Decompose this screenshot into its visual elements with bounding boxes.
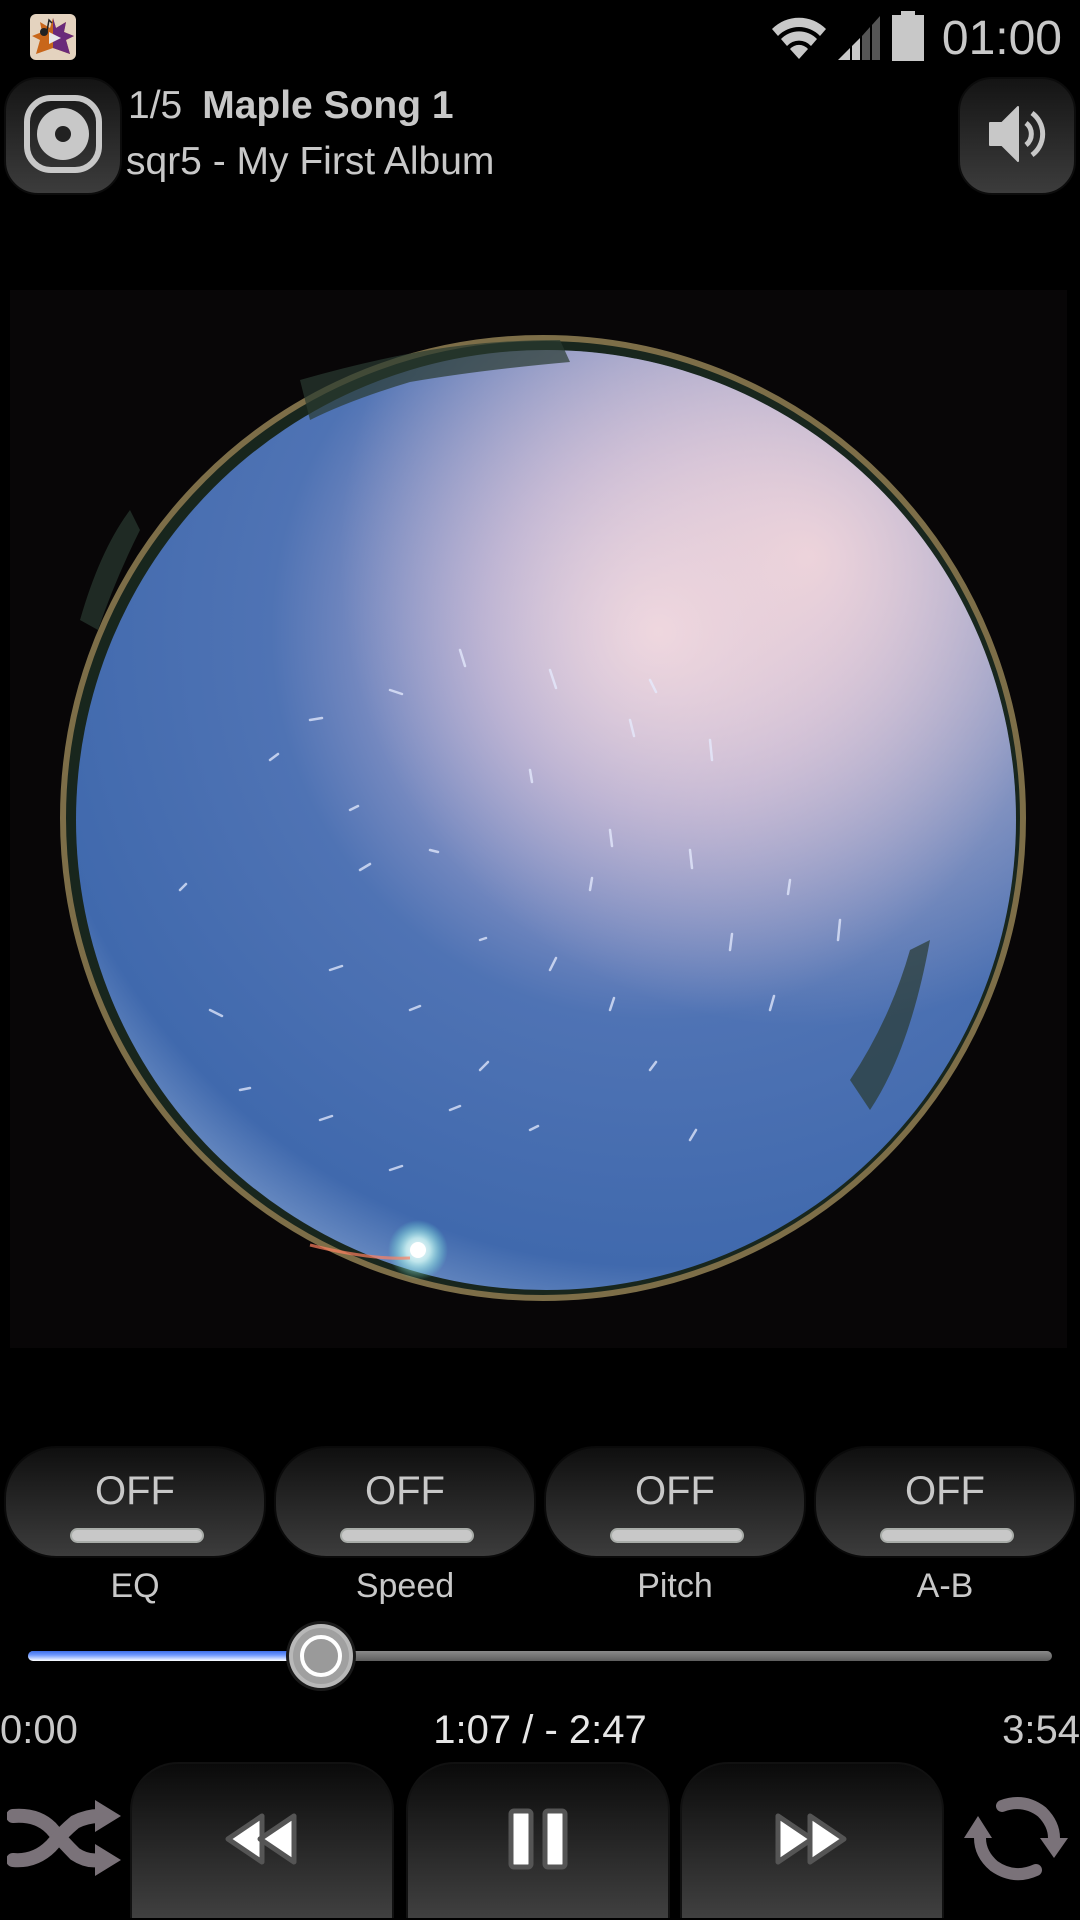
pitch-toggle[interactable]: OFF — [544, 1446, 806, 1558]
ab-toggle-state: OFF — [905, 1469, 985, 1513]
fast-forward-icon — [774, 1812, 850, 1871]
eq-toggle-indicator — [70, 1528, 204, 1543]
battery-icon — [891, 10, 924, 66]
eq-toggle-state: OFF — [95, 1469, 175, 1513]
album-art[interactable] — [10, 290, 1067, 1348]
time-row: 0:00 1:07 / - 2:47 3:54 — [0, 1708, 1080, 1758]
repeat-button[interactable] — [956, 1790, 1076, 1890]
pitch-toggle-indicator — [610, 1528, 744, 1543]
pitch-toggle-state: OFF — [635, 1469, 715, 1513]
fast-forward-button[interactable] — [680, 1762, 944, 1918]
track-index: 1/5 — [128, 84, 183, 127]
pause-icon — [508, 1808, 568, 1875]
shuffle-icon — [6, 1796, 121, 1885]
status-bar: 01:00 — [0, 0, 1080, 75]
volume-icon — [984, 101, 1050, 172]
position-time: 1:07 / - 2:47 — [433, 1708, 647, 1752]
rewind-icon — [224, 1812, 300, 1871]
shuffle-button[interactable] — [4, 1790, 124, 1890]
status-indicators: 01:00 — [770, 8, 1062, 68]
artist-album: sqr5 - My First Album — [126, 140, 495, 183]
pause-button[interactable] — [406, 1762, 670, 1918]
speed-label: Speed — [355, 1567, 455, 1605]
seek-bar[interactable] — [28, 1624, 1052, 1688]
disc-icon — [21, 92, 105, 181]
ab-repeat-toggle[interactable]: OFF — [814, 1446, 1076, 1558]
disc-button[interactable] — [4, 77, 122, 195]
status-time: 01:00 — [941, 11, 1062, 65]
duration-time: 3:54 — [1002, 1708, 1080, 1752]
track-title: Maple Song 1 — [202, 84, 454, 127]
wifi-icon — [770, 13, 828, 64]
speed-toggle-state: OFF — [365, 1469, 445, 1513]
album-art-image — [10, 290, 1067, 1348]
pitch-label: Pitch — [637, 1567, 713, 1605]
cell-signal-icon — [837, 12, 882, 65]
speed-toggle-indicator — [340, 1528, 474, 1543]
speed-toggle[interactable]: OFF — [274, 1446, 536, 1558]
volume-button[interactable] — [958, 77, 1076, 195]
now-playing-header: 1/5 Maple Song 1 sqr5 - My First Album — [0, 75, 1080, 205]
ab-toggle-indicator — [880, 1528, 1014, 1543]
ab-label: A-B — [916, 1567, 974, 1605]
eq-toggle[interactable]: OFF — [4, 1446, 266, 1558]
app-notification-icon — [30, 14, 76, 60]
track-title-line: 1/5 Maple Song 1 — [128, 79, 454, 133]
seek-thumb[interactable] — [288, 1624, 353, 1688]
rewind-button[interactable] — [130, 1762, 394, 1918]
eq-label: EQ — [110, 1567, 160, 1605]
effect-toggles: OFF EQ OFF Speed OFF Pitch OFF A-B — [0, 1446, 1080, 1606]
repeat-icon — [962, 1790, 1070, 1891]
seek-progress-fill — [28, 1651, 321, 1661]
transport-controls — [0, 1760, 1080, 1920]
